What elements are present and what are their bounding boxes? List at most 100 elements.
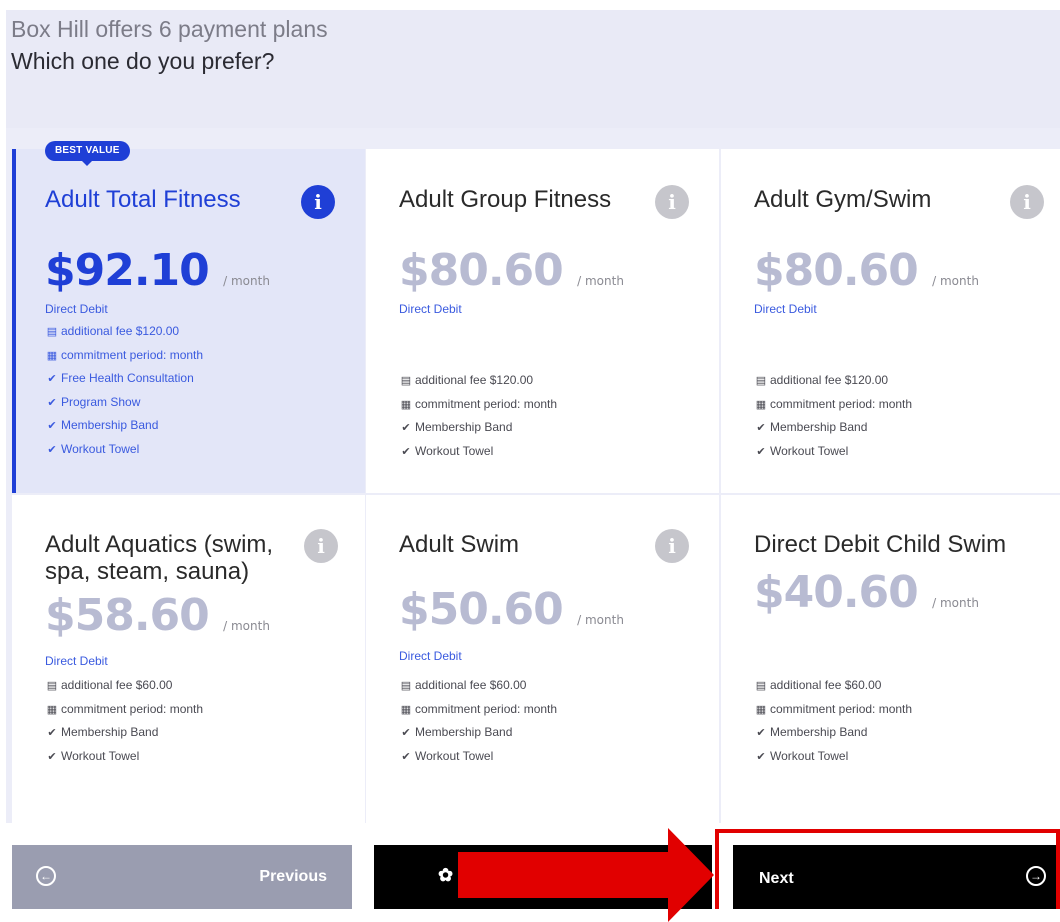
additional-fee: ▤ additional fee $60.00	[45, 674, 203, 698]
plan-price: $40.60 / month	[754, 567, 979, 618]
plan-price: $80.60 / month	[754, 245, 979, 296]
price-amount: $50.60	[399, 584, 564, 635]
feature-item: ✔ Membership Band	[45, 414, 203, 438]
feature-item: ✔ Membership Band	[399, 416, 557, 440]
commitment-period: ▦ commitment period: month	[754, 698, 912, 722]
checkmark-icon: ✔	[756, 445, 766, 458]
checkmark-icon: ✔	[47, 420, 57, 433]
feature-item: ✔ Program Show	[45, 391, 203, 415]
info-icon[interactable]: i	[1010, 185, 1044, 219]
plan-name: Adult Gym/Swim	[754, 186, 932, 213]
payment-method: Direct Debit	[754, 302, 817, 316]
price-amount: $80.60	[399, 245, 564, 296]
calendar-icon: ▦	[755, 398, 767, 411]
plan-name: Adult Group Fitness	[399, 186, 612, 213]
price-period: / month	[577, 613, 624, 627]
price-amount: $40.60	[754, 567, 919, 618]
payment-method: Direct Debit	[399, 649, 462, 663]
calendar-icon: ▦	[400, 703, 412, 716]
feature-item: ✔ Membership Band	[754, 721, 912, 745]
feature-item: ✔ Free Health Consultation	[45, 367, 203, 391]
additional-fee: ▤ additional fee $60.00	[754, 674, 912, 698]
previous-button[interactable]: ← Previous	[12, 845, 352, 909]
best-value-badge: BEST VALUE	[45, 141, 130, 166]
feature-item: ✔ Workout Towel	[754, 745, 912, 769]
price-period: / month	[932, 274, 979, 288]
feature-item: ✔ Membership Band	[45, 721, 203, 745]
previous-label: Previous	[259, 868, 327, 885]
payment-method: Direct Debit	[45, 302, 108, 316]
price-period: / month	[577, 274, 624, 288]
feature-item: ✔ Workout Towel	[399, 745, 557, 769]
checkmark-icon: ✔	[401, 445, 411, 458]
plans-count-text: Box Hill offers 6 payment plans	[11, 16, 328, 42]
info-icon[interactable]: i	[655, 185, 689, 219]
plan-card-adult-group-fitness[interactable]: Adult Group Fitness i $80.60 / month Dir…	[366, 149, 719, 493]
receipt-icon: ▤	[755, 680, 767, 692]
annotation-arrow-shaft	[458, 852, 670, 898]
price-amount: $92.10	[45, 245, 210, 296]
additional-fee: ▤ additional fee $120.00	[754, 369, 912, 393]
receipt-icon: ▤	[400, 375, 412, 387]
plan-name: Direct Debit Child Swim	[754, 531, 1007, 558]
checkmark-icon: ✔	[47, 373, 57, 386]
info-icon[interactable]: i	[304, 529, 338, 563]
checkmark-icon: ✔	[401, 750, 411, 763]
commitment-period: ▦ commitment period: month	[45, 698, 203, 722]
feature-item: ✔ Workout Towel	[45, 745, 203, 769]
plan-card-adult-total-fitness[interactable]: Adult Total Fitness i $92.10 / month Dir…	[12, 149, 365, 493]
price-period: / month	[932, 596, 979, 610]
question-text: Which one do you prefer?	[11, 48, 275, 74]
checkmark-icon: ✔	[47, 750, 57, 763]
commitment-period: ▦ commitment period: month	[399, 698, 557, 722]
checkmark-icon: ✔	[756, 750, 766, 763]
plan-card-adult-gym-swim[interactable]: Adult Gym/Swim i $80.60 / month Direct D…	[721, 149, 1060, 493]
feature-item: ✔ Workout Towel	[399, 440, 557, 464]
plan-price: $92.10 / month	[45, 245, 270, 296]
info-icon[interactable]: i	[301, 185, 335, 219]
plan-price: $50.60 / month	[399, 584, 624, 635]
receipt-icon: ▤	[400, 680, 412, 692]
plan-card-child-swim[interactable]: Direct Debit Child Swim $40.60 / month ▤…	[721, 495, 1060, 839]
arrow-left-circle-icon: ←	[36, 866, 56, 886]
annotation-highlight-box	[715, 829, 1060, 909]
additional-fee: ▤ additional fee $120.00	[399, 369, 557, 393]
checkmark-icon: ✔	[47, 396, 57, 409]
plan-name: Adult Aquatics (swim, spa, steam, sauna)	[45, 531, 274, 585]
payment-method: Direct Debit	[399, 302, 462, 316]
annotation-arrow-head	[668, 828, 714, 922]
checkmark-icon: ✔	[401, 422, 411, 435]
feature-item: ✔ Workout Towel	[754, 440, 912, 464]
price-amount: $58.60	[45, 590, 210, 641]
calendar-icon: ▦	[400, 398, 412, 411]
plan-name: Adult Total Fitness	[45, 186, 241, 213]
feature-list: ▤ additional fee $120.00 ▦ commitment peri…	[45, 320, 203, 462]
feature-list: ▤ additional fee $60.00 ▦ commitment perio…	[399, 674, 557, 768]
feature-item: ✔ Membership Band	[399, 721, 557, 745]
feature-list: ▤ additional fee $120.00 ▦ commitment peri…	[754, 369, 912, 463]
plan-price: $58.60 / month	[45, 590, 270, 641]
feature-list: ▤ additional fee $60.00 ▦ commitment perio…	[45, 674, 203, 768]
info-icon[interactable]: i	[655, 529, 689, 563]
checkmark-icon: ✔	[401, 727, 411, 740]
checkmark-icon: ✔	[47, 727, 57, 740]
commitment-period: ▦ commitment period: month	[45, 344, 203, 368]
calendar-icon: ▦	[755, 703, 767, 716]
feature-item: ✔ Workout Towel	[45, 438, 203, 462]
page-header: Box Hill offers 6 payment plans Which on…	[6, 10, 1060, 129]
plan-card-adult-swim[interactable]: Adult Swim i $50.60 / month Direct Debit…	[366, 495, 719, 839]
additional-fee: ▤ additional fee $120.00	[45, 320, 203, 344]
plan-card-adult-aquatics[interactable]: Adult Aquatics (swim, spa, steam, sauna)…	[12, 495, 365, 839]
receipt-icon: ▤	[46, 326, 58, 338]
receipt-icon: ▤	[755, 375, 767, 387]
checkmark-icon: ✔	[756, 422, 766, 435]
plan-name: Adult Swim	[399, 531, 520, 558]
commitment-period: ▦ commitment period: month	[399, 393, 557, 417]
feature-list: ▤ additional fee $120.00 ▦ commitment peri…	[399, 369, 557, 463]
commitment-period: ▦ commitment period: month	[754, 393, 912, 417]
payment-method: Direct Debit	[45, 654, 108, 668]
feature-list: ▤ additional fee $60.00 ▦ commitment perio…	[754, 674, 912, 768]
feature-item: ✔ Membership Band	[754, 416, 912, 440]
price-period: / month	[223, 274, 270, 288]
price-period: / month	[223, 619, 270, 633]
